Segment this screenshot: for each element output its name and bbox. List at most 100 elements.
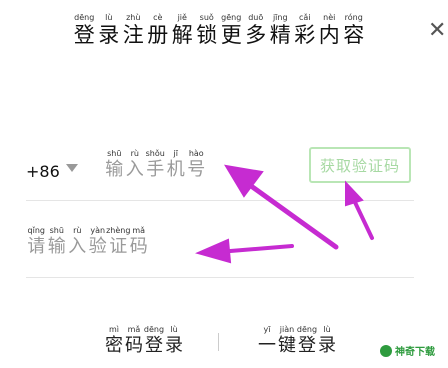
pinyin: gēng xyxy=(221,13,242,22)
hanzi: 更 xyxy=(220,23,242,47)
hanzi: 一 xyxy=(258,335,276,356)
ruby-char: lù 录 xyxy=(164,326,184,355)
hanzi: 号 xyxy=(187,159,206,180)
hanzi: 册 xyxy=(147,23,169,47)
ruby-char: yī 一 xyxy=(257,326,277,355)
hanzi: 入 xyxy=(125,159,144,180)
pinyin: lù xyxy=(323,325,331,334)
pinyin: dēng xyxy=(296,325,318,334)
hanzi: 多 xyxy=(245,23,267,47)
ruby-char: shū 输 xyxy=(47,227,68,256)
pinyin: jiě xyxy=(177,13,187,22)
pinyin: yī xyxy=(263,325,271,334)
pinyin: mì xyxy=(108,325,119,334)
pinyin: nèi xyxy=(323,13,336,22)
pinyin: shū xyxy=(107,149,122,158)
pinyin: cǎi xyxy=(298,13,311,22)
ruby-char: jī 机 xyxy=(166,150,187,179)
pinyin: rù xyxy=(73,226,82,235)
pinyin: dēng xyxy=(143,325,165,334)
ruby-char: suǒ 锁 xyxy=(195,14,220,46)
hanzi: 精 xyxy=(269,23,291,47)
pinyin: hào xyxy=(188,149,204,158)
ruby-char: dēng 登 xyxy=(297,326,317,355)
hanzi: 登 xyxy=(73,23,95,47)
hanzi: 码 xyxy=(125,335,143,356)
hanzi: 输 xyxy=(105,159,124,180)
hanzi: 锁 xyxy=(196,23,218,47)
hanzi: 机 xyxy=(166,159,185,180)
ruby-char: jiàn 键 xyxy=(277,326,297,355)
hanzi: 注 xyxy=(122,23,144,47)
ruby-char: mǎ 码 xyxy=(124,326,144,355)
password-login-link[interactable]: mì 密 mǎ 码 dēng 登 lù 录 xyxy=(104,326,184,355)
hanzi: 入 xyxy=(68,236,87,257)
get-code-button[interactable]: 获取验证码 xyxy=(309,147,411,183)
ruby-char: jiě 解 xyxy=(170,14,195,46)
pinyin: shǒu xyxy=(145,149,165,158)
pinyin: zhèng xyxy=(106,226,131,235)
hanzi: 手 xyxy=(146,159,165,180)
pinyin: suǒ xyxy=(199,13,214,22)
pinyin: lù xyxy=(170,325,178,334)
ruby-char: gēng 更 xyxy=(219,14,244,46)
ruby-char: rù 入 xyxy=(67,227,88,256)
ruby-char: jīng 精 xyxy=(268,14,293,46)
ruby-char: rù 入 xyxy=(125,150,146,179)
country-code[interactable]: +86 xyxy=(26,162,60,181)
ruby-char: mǎ 码 xyxy=(129,227,150,256)
hanzi: 录 xyxy=(165,335,183,356)
ruby-char: shǒu 手 xyxy=(145,150,166,179)
hanzi: 码 xyxy=(129,236,148,257)
hanzi: 键 xyxy=(278,335,296,356)
pinyin: lù xyxy=(105,13,113,22)
ruby-char: dēng 登 xyxy=(72,14,97,46)
ruby-char: shū 输 xyxy=(104,150,125,179)
chevron-down-icon[interactable] xyxy=(66,164,78,172)
hanzi: 输 xyxy=(47,236,66,257)
onekey-login-link[interactable]: yī 一 jiàn 键 dēng 登 lù 录 xyxy=(257,326,337,355)
ruby-char: qǐng 请 xyxy=(26,227,47,256)
watermark: 神奇下载 xyxy=(380,343,435,358)
watermark-text: 神奇下载 xyxy=(395,347,435,358)
hanzi: 录 xyxy=(98,23,120,47)
footer-divider xyxy=(218,333,219,351)
ruby-char: zhù 注 xyxy=(121,14,146,46)
annotation-arrow xyxy=(195,238,294,264)
pinyin: duō xyxy=(248,13,264,22)
ruby-char: lù 录 xyxy=(97,14,122,46)
ruby-char: cè 册 xyxy=(146,14,171,46)
pinyin: shū xyxy=(49,226,64,235)
ruby-char: róng 容 xyxy=(342,14,367,46)
hanzi: 彩 xyxy=(294,23,316,47)
ruby-char: duō 多 xyxy=(244,14,269,46)
hanzi: 容 xyxy=(343,23,365,47)
hanzi: 登 xyxy=(298,335,316,356)
hanzi: 录 xyxy=(318,335,336,356)
ruby-char: hào 号 xyxy=(186,150,207,179)
pinyin: mǎ xyxy=(132,226,146,235)
hanzi: 验 xyxy=(88,236,107,257)
hanzi: 密 xyxy=(105,335,123,356)
ruby-char: zhèng 证 xyxy=(106,226,131,256)
divider xyxy=(26,277,414,278)
pinyin: zhù xyxy=(126,13,141,22)
ruby-char: lù 录 xyxy=(317,326,337,355)
ruby-char: cǎi 彩 xyxy=(293,14,318,46)
pinyin: cè xyxy=(153,13,163,22)
pinyin: yàn xyxy=(90,226,106,235)
code-input-placeholder[interactable]: qǐng 请 shū 输 rù 入 yàn 验 zhèng 证 mǎ 码 xyxy=(26,227,149,256)
hanzi: 内 xyxy=(318,23,340,47)
close-icon[interactable]: ✕ xyxy=(428,20,446,42)
ruby-char: dēng 登 xyxy=(144,326,164,355)
phone-input-row[interactable]: +86 shū 输 rù 入 shǒu 手 jī 机 hào 号 获取验证码 xyxy=(26,147,414,202)
divider xyxy=(26,200,414,201)
pinyin: dēng xyxy=(74,13,95,22)
page-title: dēng 登 lù 录 zhù 注 cè 册 jiě 解 suǒ 锁 gēng 更 duō 多 jīng 精 cǎi… xyxy=(72,14,366,46)
pinyin: qǐng xyxy=(27,226,45,235)
hanzi: 登 xyxy=(145,335,163,356)
phone-input-placeholder[interactable]: shū 输 rù 入 shǒu 手 jī 机 hào 号 xyxy=(104,150,207,179)
pinyin: rù xyxy=(130,149,139,158)
pinyin: mǎ xyxy=(127,325,141,334)
pinyin: jī xyxy=(173,149,178,158)
